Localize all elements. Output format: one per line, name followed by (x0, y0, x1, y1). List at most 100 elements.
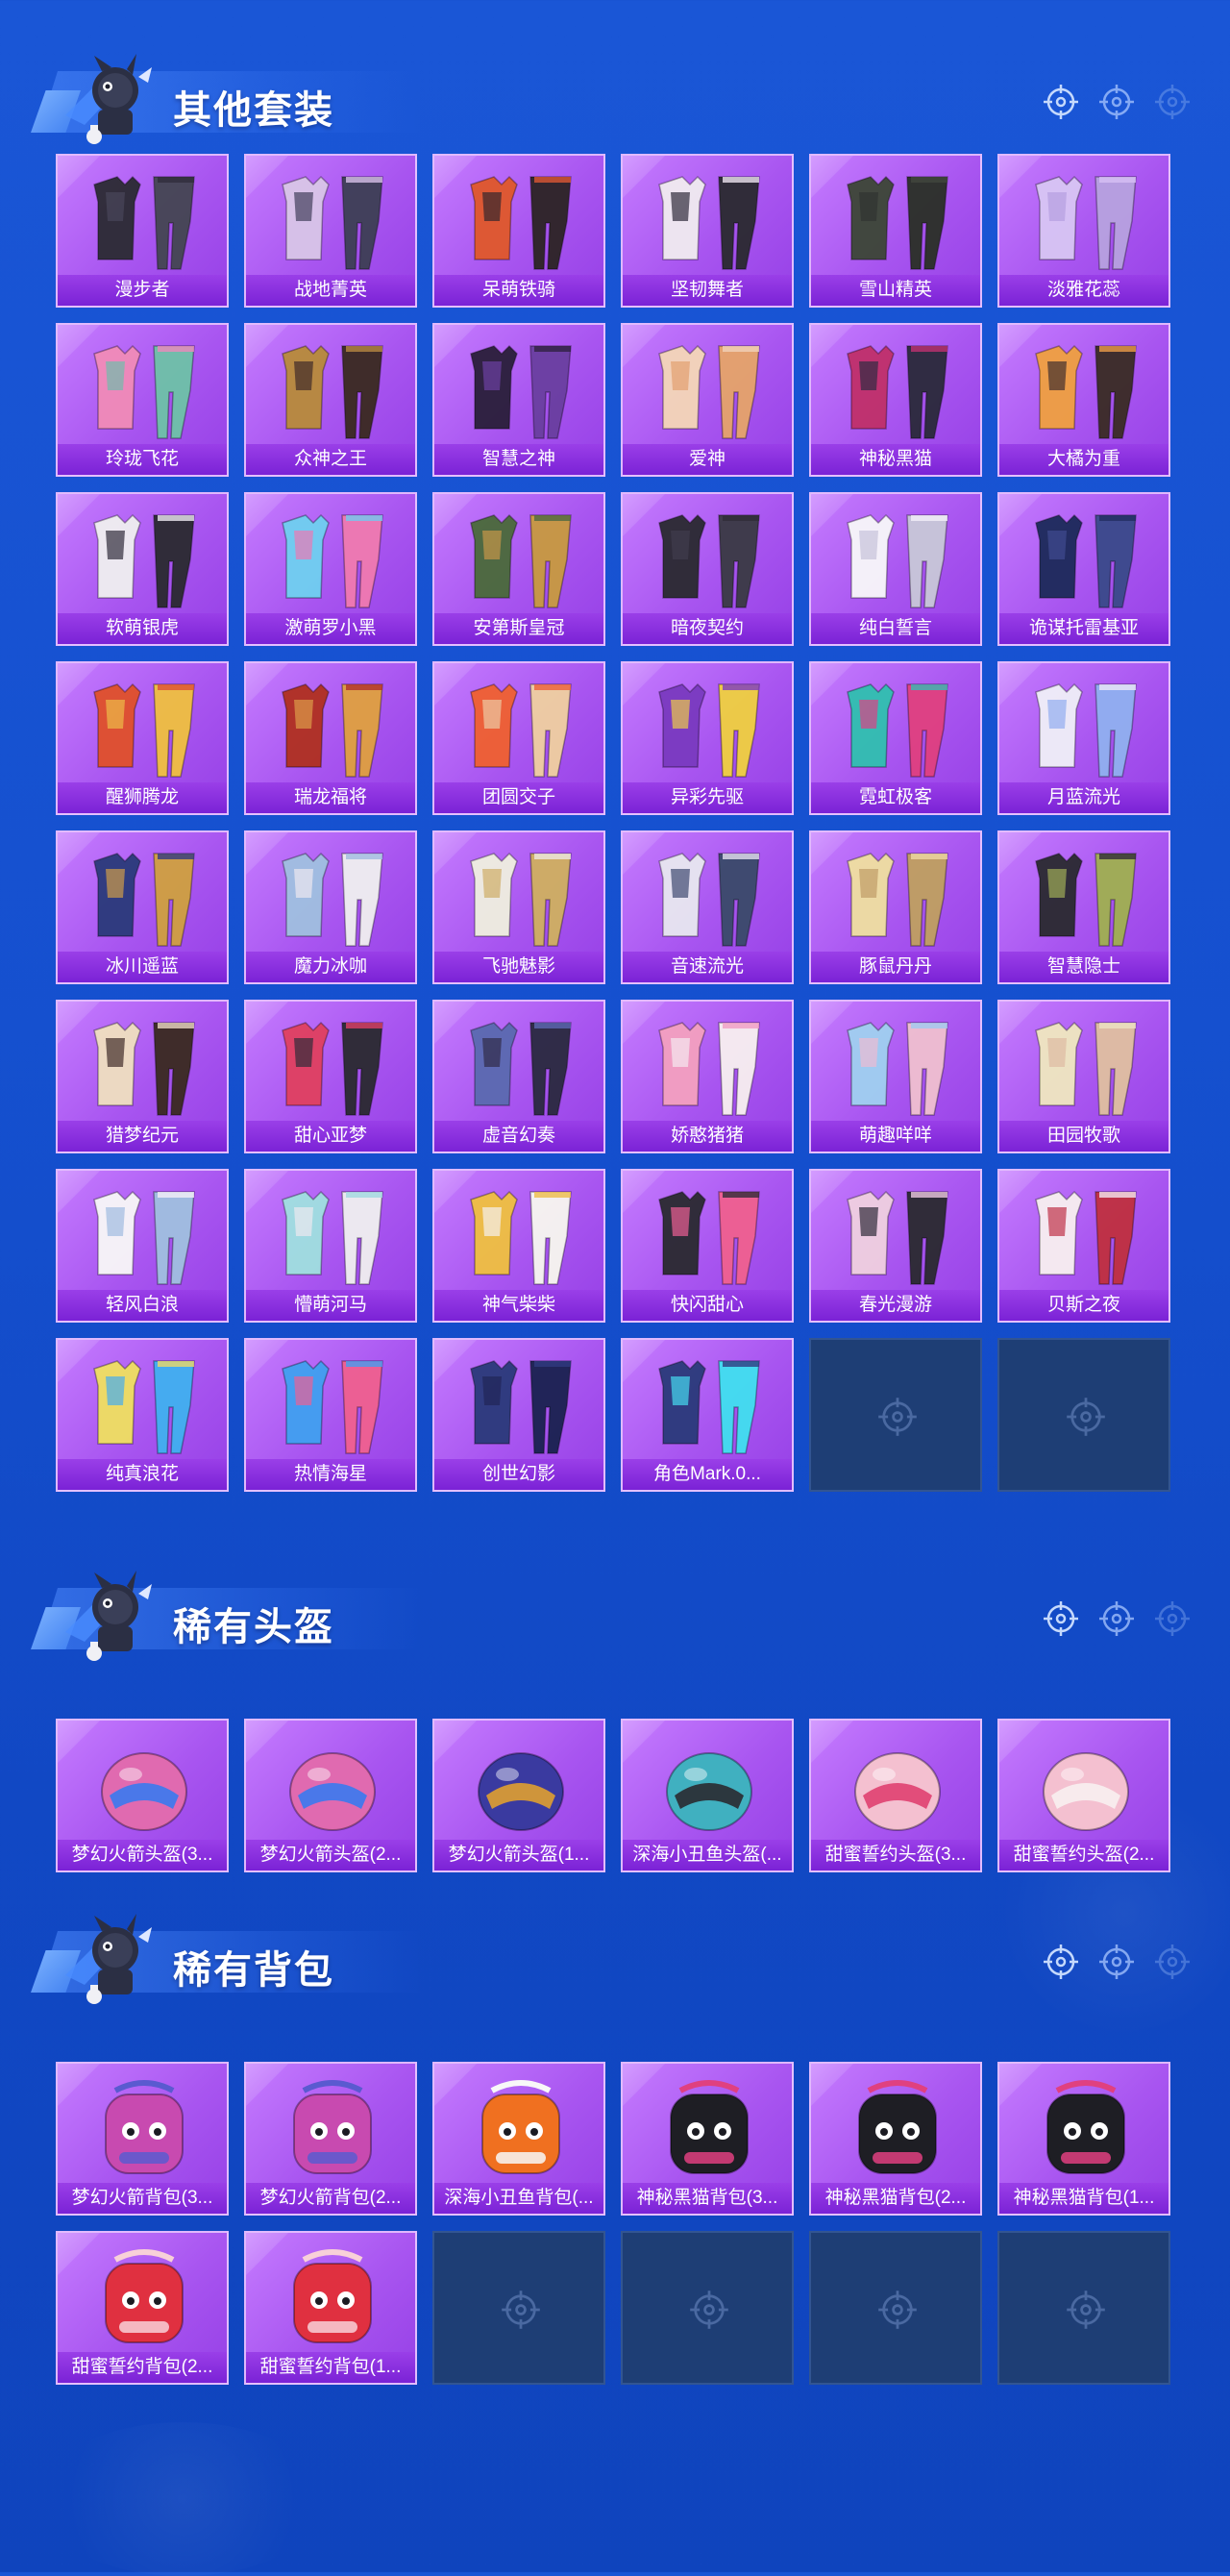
item-card[interactable]: 漫步者 (56, 154, 229, 308)
crosshair-decoration (1042, 83, 1192, 121)
item-name: 月蓝流光 (999, 782, 1168, 813)
section-header: 稀有背包 (0, 1898, 1230, 2014)
item-name: 梦幻火箭头盔(3... (58, 1840, 227, 1870)
crosshair-icon (1067, 1398, 1105, 1436)
item-name: 智慧之神 (434, 444, 603, 475)
item-card[interactable]: 玲珑飞花 (56, 323, 229, 477)
item-name: 萌趣咩咩 (811, 1121, 980, 1152)
item-card[interactable]: 激萌罗小黑 (244, 492, 417, 646)
item-card[interactable]: 甜蜜誓约头盔(2... (997, 1719, 1170, 1872)
outfit-icon (847, 1021, 948, 1116)
item-card[interactable]: 音速流光 (621, 830, 794, 984)
item-card[interactable]: 雪山精英 (809, 154, 982, 308)
crosshair-icon (1155, 1601, 1190, 1636)
item-card[interactable]: 热情海星 (244, 1338, 417, 1492)
item-card[interactable]: 春光漫游 (809, 1169, 982, 1323)
outfit-icon (470, 1021, 572, 1116)
item-card[interactable]: 纯白誓言 (809, 492, 982, 646)
item-card[interactable]: 梦幻火箭背包(2... (244, 2062, 417, 2216)
item-card[interactable]: 暗夜契约 (621, 492, 794, 646)
outfit-icon (282, 175, 383, 270)
item-card[interactable]: 霓虹极客 (809, 661, 982, 815)
item-card[interactable]: 智慧隐士 (997, 830, 1170, 984)
item-card[interactable]: 甜蜜誓约头盔(3... (809, 1719, 982, 1872)
item-card[interactable]: 甜心亚梦 (244, 1000, 417, 1153)
item-card[interactable]: 神秘黑猫背包(2... (809, 2062, 982, 2216)
item-card[interactable]: 安第斯皇冠 (432, 492, 605, 646)
item-card[interactable]: 豚鼠丹丹 (809, 830, 982, 984)
item-card[interactable]: 甜蜜誓约背包(1... (244, 2231, 417, 2385)
item-name: 贝斯之夜 (999, 1290, 1168, 1321)
item-card[interactable]: 神秘黑猫背包(3... (621, 2062, 794, 2216)
item-card[interactable]: 冰川遥蓝 (56, 830, 229, 984)
item-name: 梦幻火箭头盔(1... (434, 1840, 603, 1870)
item-name: 智慧隐士 (999, 952, 1168, 982)
item-card[interactable]: 神秘黑猫背包(1... (997, 2062, 1170, 2216)
item-card[interactable]: 神秘黑猫 (809, 323, 982, 477)
item-card[interactable]: 爱神 (621, 323, 794, 477)
crosshair-decoration (1042, 1599, 1192, 1638)
item-name: 软萌银虎 (58, 613, 227, 644)
crosshair-icon (1044, 1944, 1078, 1979)
item-card[interactable]: 梦幻火箭头盔(1... (432, 1719, 605, 1872)
item-card[interactable]: 异彩先驱 (621, 661, 794, 815)
outfit-icon (847, 513, 948, 608)
item-card[interactable]: 甜蜜誓约背包(2... (56, 2231, 229, 2385)
item-card[interactable]: 田园牧歌 (997, 1000, 1170, 1153)
item-card[interactable]: 角色Mark.0... (621, 1338, 794, 1492)
item-card[interactable]: 梦幻火箭背包(3... (56, 2062, 229, 2216)
crosshair-icon (1067, 2291, 1105, 2329)
helmet-icon (666, 1752, 752, 1831)
item-card[interactable]: 深海小丑鱼头盔(... (621, 1719, 794, 1872)
item-card[interactable]: 猎梦纪元 (56, 1000, 229, 1153)
outfit-icon (470, 513, 572, 608)
item-card[interactable]: 萌趣咩咩 (809, 1000, 982, 1153)
item-name: 飞驰魅影 (434, 952, 603, 982)
item-card[interactable]: 飞驰魅影 (432, 830, 605, 984)
item-card[interactable]: 娇憨猪猪 (621, 1000, 794, 1153)
item-card[interactable]: 瑞龙福将 (244, 661, 417, 815)
item-card[interactable]: 梦幻火箭头盔(3... (56, 1719, 229, 1872)
crosshair-icon (878, 2291, 917, 2329)
outfit-icon (658, 1021, 760, 1116)
item-card[interactable]: 深海小丑鱼背包(... (432, 2062, 605, 2216)
item-card[interactable]: 贝斯之夜 (997, 1169, 1170, 1323)
helmet-icon (289, 1752, 376, 1831)
mascot-icon (65, 54, 152, 144)
item-name: 甜蜜誓约头盔(3... (811, 1840, 980, 1870)
item-card[interactable]: 坚韧舞者 (621, 154, 794, 308)
item-card[interactable]: 呆萌铁骑 (432, 154, 605, 308)
item-card[interactable]: 众神之王 (244, 323, 417, 477)
item-card[interactable]: 纯真浪花 (56, 1338, 229, 1492)
item-card[interactable]: 醒狮腾龙 (56, 661, 229, 815)
crosshair-icon (502, 2291, 540, 2329)
item-name: 神秘黑猫背包(3... (623, 2183, 792, 2214)
item-card[interactable]: 大橘为重 (997, 323, 1170, 477)
item-card[interactable]: 软萌银虎 (56, 492, 229, 646)
item-name: 纯真浪花 (58, 1459, 227, 1490)
outfit-icon (470, 852, 572, 947)
item-card[interactable]: 魔力冰咖 (244, 830, 417, 984)
outfit-icon (470, 344, 572, 439)
item-card[interactable]: 快闪甜心 (621, 1169, 794, 1323)
item-card[interactable]: 团圆交子 (432, 661, 605, 815)
item-name: 懵萌河马 (246, 1290, 415, 1321)
item-card[interactable]: 战地菁英 (244, 154, 417, 308)
item-card[interactable]: 梦幻火箭头盔(2... (244, 1719, 417, 1872)
item-card[interactable]: 创世幻影 (432, 1338, 605, 1492)
item-name: 安第斯皇冠 (434, 613, 603, 644)
item-name: 甜蜜誓约背包(1... (246, 2352, 415, 2383)
item-card[interactable]: 诡谋托雷基亚 (997, 492, 1170, 646)
mascot-icon (65, 1571, 152, 1661)
item-card[interactable]: 淡雅花蕊 (997, 154, 1170, 308)
item-card[interactable]: 智慧之神 (432, 323, 605, 477)
item-name: 暗夜契约 (623, 613, 792, 644)
item-card[interactable]: 轻风白浪 (56, 1169, 229, 1323)
item-card[interactable]: 虚音幻奏 (432, 1000, 605, 1153)
outfit-icon (93, 175, 195, 270)
item-card[interactable]: 神气柴柴 (432, 1169, 605, 1323)
outfit-icon (470, 1359, 572, 1454)
item-card[interactable]: 懵萌河马 (244, 1169, 417, 1323)
outfit-icon (282, 344, 383, 439)
item-card[interactable]: 月蓝流光 (997, 661, 1170, 815)
